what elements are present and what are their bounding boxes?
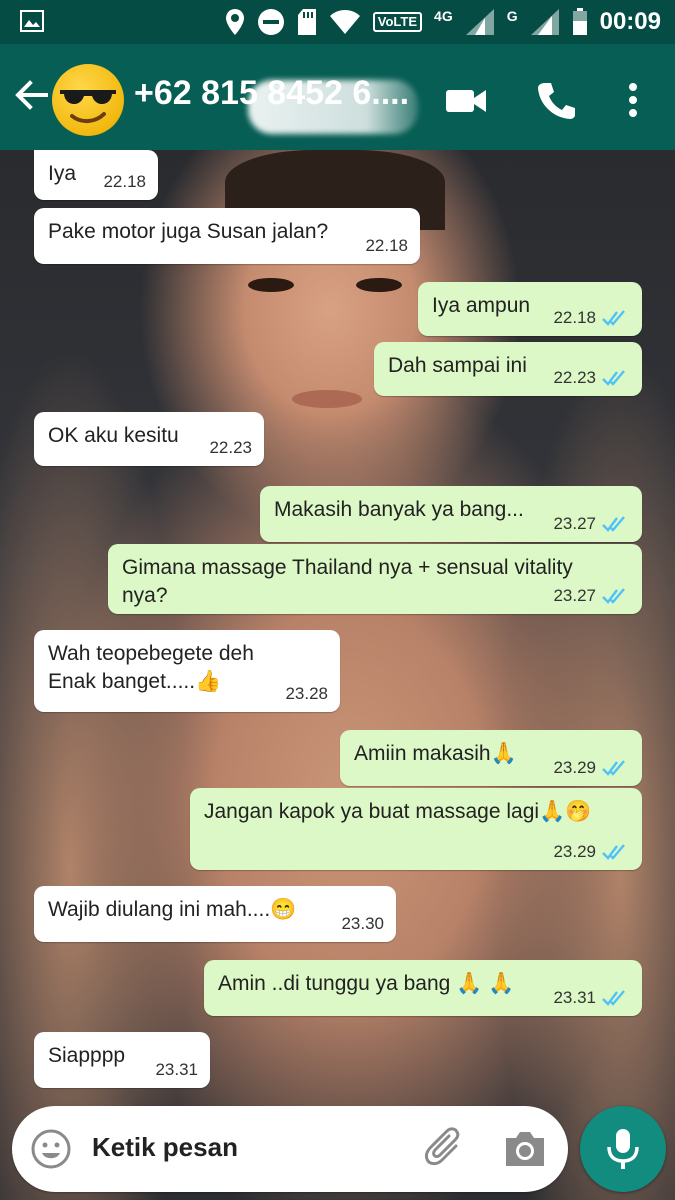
status-icons: VoLTE 4G G 00:09 xyxy=(225,0,661,44)
message-time: 23.27 xyxy=(553,514,596,533)
message-text: Wajib diulang ini mah.... xyxy=(48,898,271,921)
back-arrow-icon[interactable] xyxy=(12,76,50,114)
signal-icon-1 xyxy=(465,9,494,35)
location-icon xyxy=(225,9,244,35)
clock: 00:09 xyxy=(599,8,661,35)
status-bar: VoLTE 4G G 00:09 xyxy=(0,0,675,44)
message-text: Makasih banyak ya bang... xyxy=(274,498,524,521)
message-time: 22.18 xyxy=(103,172,146,191)
read-ticks-icon xyxy=(602,844,625,860)
message-input-bar[interactable]: Ketik pesan xyxy=(12,1106,568,1192)
message-time: 23.28 xyxy=(285,684,328,703)
chat-header: +62 815 8452 6.... xyxy=(0,44,675,150)
message-outgoing[interactable]: Dah sampai ini 22.23 xyxy=(374,342,642,396)
message-time: 22.23 xyxy=(553,368,596,387)
network-g-label: G xyxy=(506,8,518,24)
emoji-icon[interactable] xyxy=(30,1128,72,1170)
read-ticks-icon xyxy=(602,516,625,532)
gallery-notification-icon xyxy=(20,10,44,32)
message-time: 23.29 xyxy=(553,758,596,777)
attach-icon[interactable] xyxy=(422,1126,468,1172)
read-ticks-icon xyxy=(602,310,625,326)
mic-button[interactable] xyxy=(580,1106,666,1192)
message-outgoing[interactable]: Jangan kapok ya buat massage lagi🙏🤭 23.2… xyxy=(190,788,642,870)
message-incoming[interactable]: Wajib diulang ini mah....😁 23.30 xyxy=(34,886,396,942)
phone-icon[interactable] xyxy=(536,80,576,120)
read-ticks-icon xyxy=(602,990,625,1006)
praying-hands-emoji: 🙏 xyxy=(490,742,517,766)
message-time: 23.30 xyxy=(341,914,384,933)
message-outgoing[interactable]: Makasih banyak ya bang... 23.27 xyxy=(260,486,642,542)
message-time: 23.27 xyxy=(553,586,596,605)
message-text: Siapppp xyxy=(48,1044,126,1067)
battery-icon xyxy=(572,8,587,35)
message-text: Jangan kapok ya buat massage lagi xyxy=(204,800,540,823)
sd-card-icon xyxy=(297,9,316,35)
grin-emoji: 😁 xyxy=(270,898,297,922)
message-text: Iya ampun xyxy=(432,294,531,317)
message-time: 22.23 xyxy=(209,438,252,457)
message-time: 23.31 xyxy=(155,1060,198,1079)
camera-icon[interactable] xyxy=(502,1128,548,1170)
message-text: Amin ..di tunggu ya bang xyxy=(218,972,451,995)
message-text-line1: Wah teopebegete deh xyxy=(48,642,254,665)
wifi-icon xyxy=(329,10,360,34)
sunglasses-emoji-icon xyxy=(60,90,116,123)
message-text: Dah sampai ini xyxy=(388,354,527,377)
do-not-disturb-icon xyxy=(257,9,284,35)
message-text: Iya xyxy=(48,162,77,185)
message-text: Gimana massage Thailand nya + sensual vi… xyxy=(122,556,573,607)
chat-area[interactable]: Iya 22.18 Pake motor juga Susan jalan? 2… xyxy=(0,150,675,1200)
message-input[interactable]: Ketik pesan xyxy=(92,1132,238,1163)
read-ticks-icon xyxy=(602,588,625,604)
message-time: 22.18 xyxy=(553,308,596,327)
message-incoming[interactable]: Siapppp 23.31 xyxy=(34,1032,210,1088)
network-4g-label: 4G xyxy=(434,8,453,24)
thumbs-up-emoji: 👍 xyxy=(195,670,222,694)
mic-icon xyxy=(607,1129,639,1169)
message-outgoing[interactable]: Amin ..di tunggu ya bang 🙏 🙏 23.31 xyxy=(204,960,642,1016)
signal-icon-2 xyxy=(530,9,559,35)
more-options-icon[interactable] xyxy=(618,80,648,120)
video-call-icon[interactable] xyxy=(444,80,488,120)
message-incoming[interactable]: Pake motor juga Susan jalan? 22.18 xyxy=(34,208,420,264)
message-time: 22.18 xyxy=(365,236,408,255)
redaction-blur xyxy=(248,80,418,134)
praying-and-giggle-emoji: 🙏🤭 xyxy=(539,800,592,824)
message-incoming[interactable]: Wah teopebegete deh Enak banget.....👍 23… xyxy=(34,630,340,712)
message-time: 23.29 xyxy=(553,842,596,861)
message-text-line2: Enak banget..... xyxy=(48,670,196,693)
praying-hands-emoji: 🙏 🙏 xyxy=(456,972,515,996)
message-time: 23.31 xyxy=(553,988,596,1007)
message-incoming[interactable]: Iya 22.18 xyxy=(34,150,158,200)
message-text: Amiin makasih xyxy=(354,742,491,765)
message-outgoing[interactable]: Iya ampun 22.18 xyxy=(418,282,642,336)
message-incoming[interactable]: OK aku kesitu 22.23 xyxy=(34,412,264,466)
message-text: OK aku kesitu xyxy=(48,424,179,447)
read-ticks-icon xyxy=(602,760,625,776)
read-ticks-icon xyxy=(602,370,625,386)
message-outgoing[interactable]: Gimana massage Thailand nya + sensual vi… xyxy=(108,544,642,614)
avatar[interactable] xyxy=(52,64,124,136)
message-text: Pake motor juga Susan jalan? xyxy=(48,220,329,243)
volte-badge: VoLTE xyxy=(372,12,423,32)
message-outgoing[interactable]: Amiin makasih🙏 23.29 xyxy=(340,730,642,786)
